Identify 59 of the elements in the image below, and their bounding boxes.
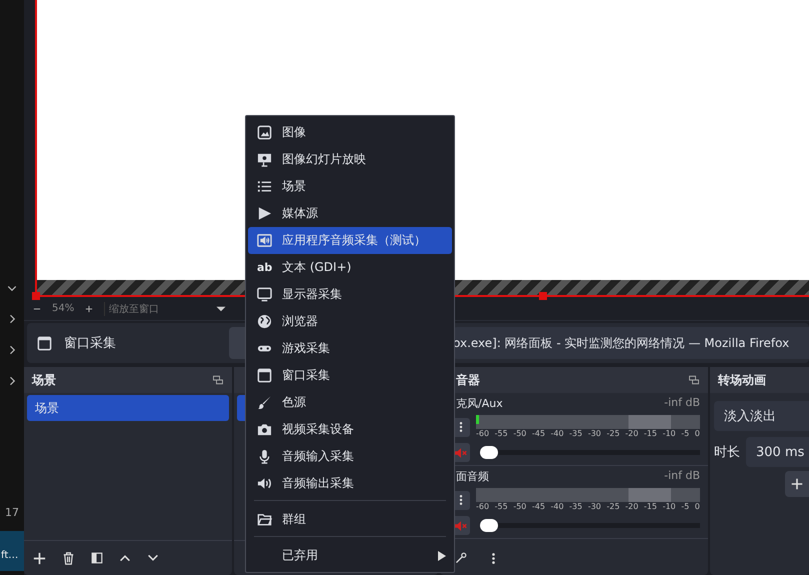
scale-label: -35 [569, 429, 582, 439]
menu-item[interactable]: 音频输出采集 [248, 470, 452, 497]
scale-label: -30 [588, 429, 602, 439]
scale-label: -60 [476, 502, 490, 512]
zoom-level: 54% [52, 303, 74, 314]
scale-label: -5 [681, 429, 690, 439]
menu-item[interactable]: 色源 [248, 389, 452, 416]
scale-label: -15 [644, 429, 657, 439]
scale-label: -45 [532, 502, 546, 512]
scale-label: -15 [644, 502, 657, 512]
scale-label: 0 [694, 429, 700, 439]
line-count: 17 [5, 506, 19, 519]
duration-label: 时长 [714, 444, 740, 461]
scale-label: -25 [606, 429, 620, 439]
panel-title: 转场动画 [718, 372, 766, 388]
menu-item[interactable]: 图像幻灯片放映 [248, 146, 452, 173]
scale-label: -40 [550, 502, 564, 512]
menu-item[interactable]: 视频采集设备 [248, 416, 452, 443]
menu-item[interactable]: 应用程序音频采集（测试） [248, 227, 452, 254]
menu-item[interactable]: 群组 [248, 506, 452, 533]
scale-label: -10 [662, 502, 676, 512]
level-reading: -inf dB [664, 469, 700, 484]
zoom-mode-select[interactable]: 缩放至窗口 [104, 302, 206, 316]
menu-item[interactable]: ab 文本 (GDI+) [248, 254, 452, 281]
menu-item[interactable]: 显示器采集 [248, 281, 452, 308]
menu-item[interactable]: 图像 [248, 119, 452, 146]
text-icon: ab [257, 260, 272, 275]
taskbar-thumbnail[interactable]: ft… [0, 531, 24, 571]
scale-label: -60 [476, 429, 490, 439]
menu-item[interactable]: 场景 [248, 173, 452, 200]
panel-title: 场景 [32, 372, 56, 388]
scale-label: -40 [550, 429, 564, 439]
scale-label: -5 [681, 502, 690, 512]
menu-item[interactable]: 媒体源 [248, 200, 452, 227]
menu-item[interactable]: 音频输入采集 [248, 443, 452, 470]
scale-label: -25 [606, 502, 620, 512]
source-name: 窗口采集 [64, 335, 116, 352]
scale-label: -55 [494, 429, 508, 439]
scale-label: -30 [588, 502, 602, 512]
menu-item[interactable]: 游戏采集 [248, 335, 452, 362]
scale-label: 0 [694, 502, 700, 512]
scale-label: -20 [625, 502, 638, 512]
level-reading: -inf dB [664, 396, 700, 411]
scene-item[interactable]: 场景 [27, 395, 229, 421]
channel-name: 面音频 [456, 469, 489, 484]
scale-label: -35 [569, 502, 582, 512]
scale-label: -50 [513, 502, 526, 512]
scale-label: -10 [662, 429, 676, 439]
scale-label: -45 [532, 429, 546, 439]
panel-title: 音器 [456, 372, 480, 388]
menu-item[interactable]: 窗口采集 [248, 362, 452, 389]
channel-name: 克风/Aux [456, 396, 503, 411]
menu-item[interactable]: 浏览器 [248, 308, 452, 335]
scale-label: -50 [513, 429, 526, 439]
transition-select[interactable]: 淡入淡出 [714, 401, 809, 431]
duration-field[interactable]: 300 ms [746, 437, 809, 467]
menu-item[interactable]: 已弃用 [248, 542, 452, 569]
scale-label: -20 [625, 429, 638, 439]
scale-label: -55 [494, 502, 508, 512]
